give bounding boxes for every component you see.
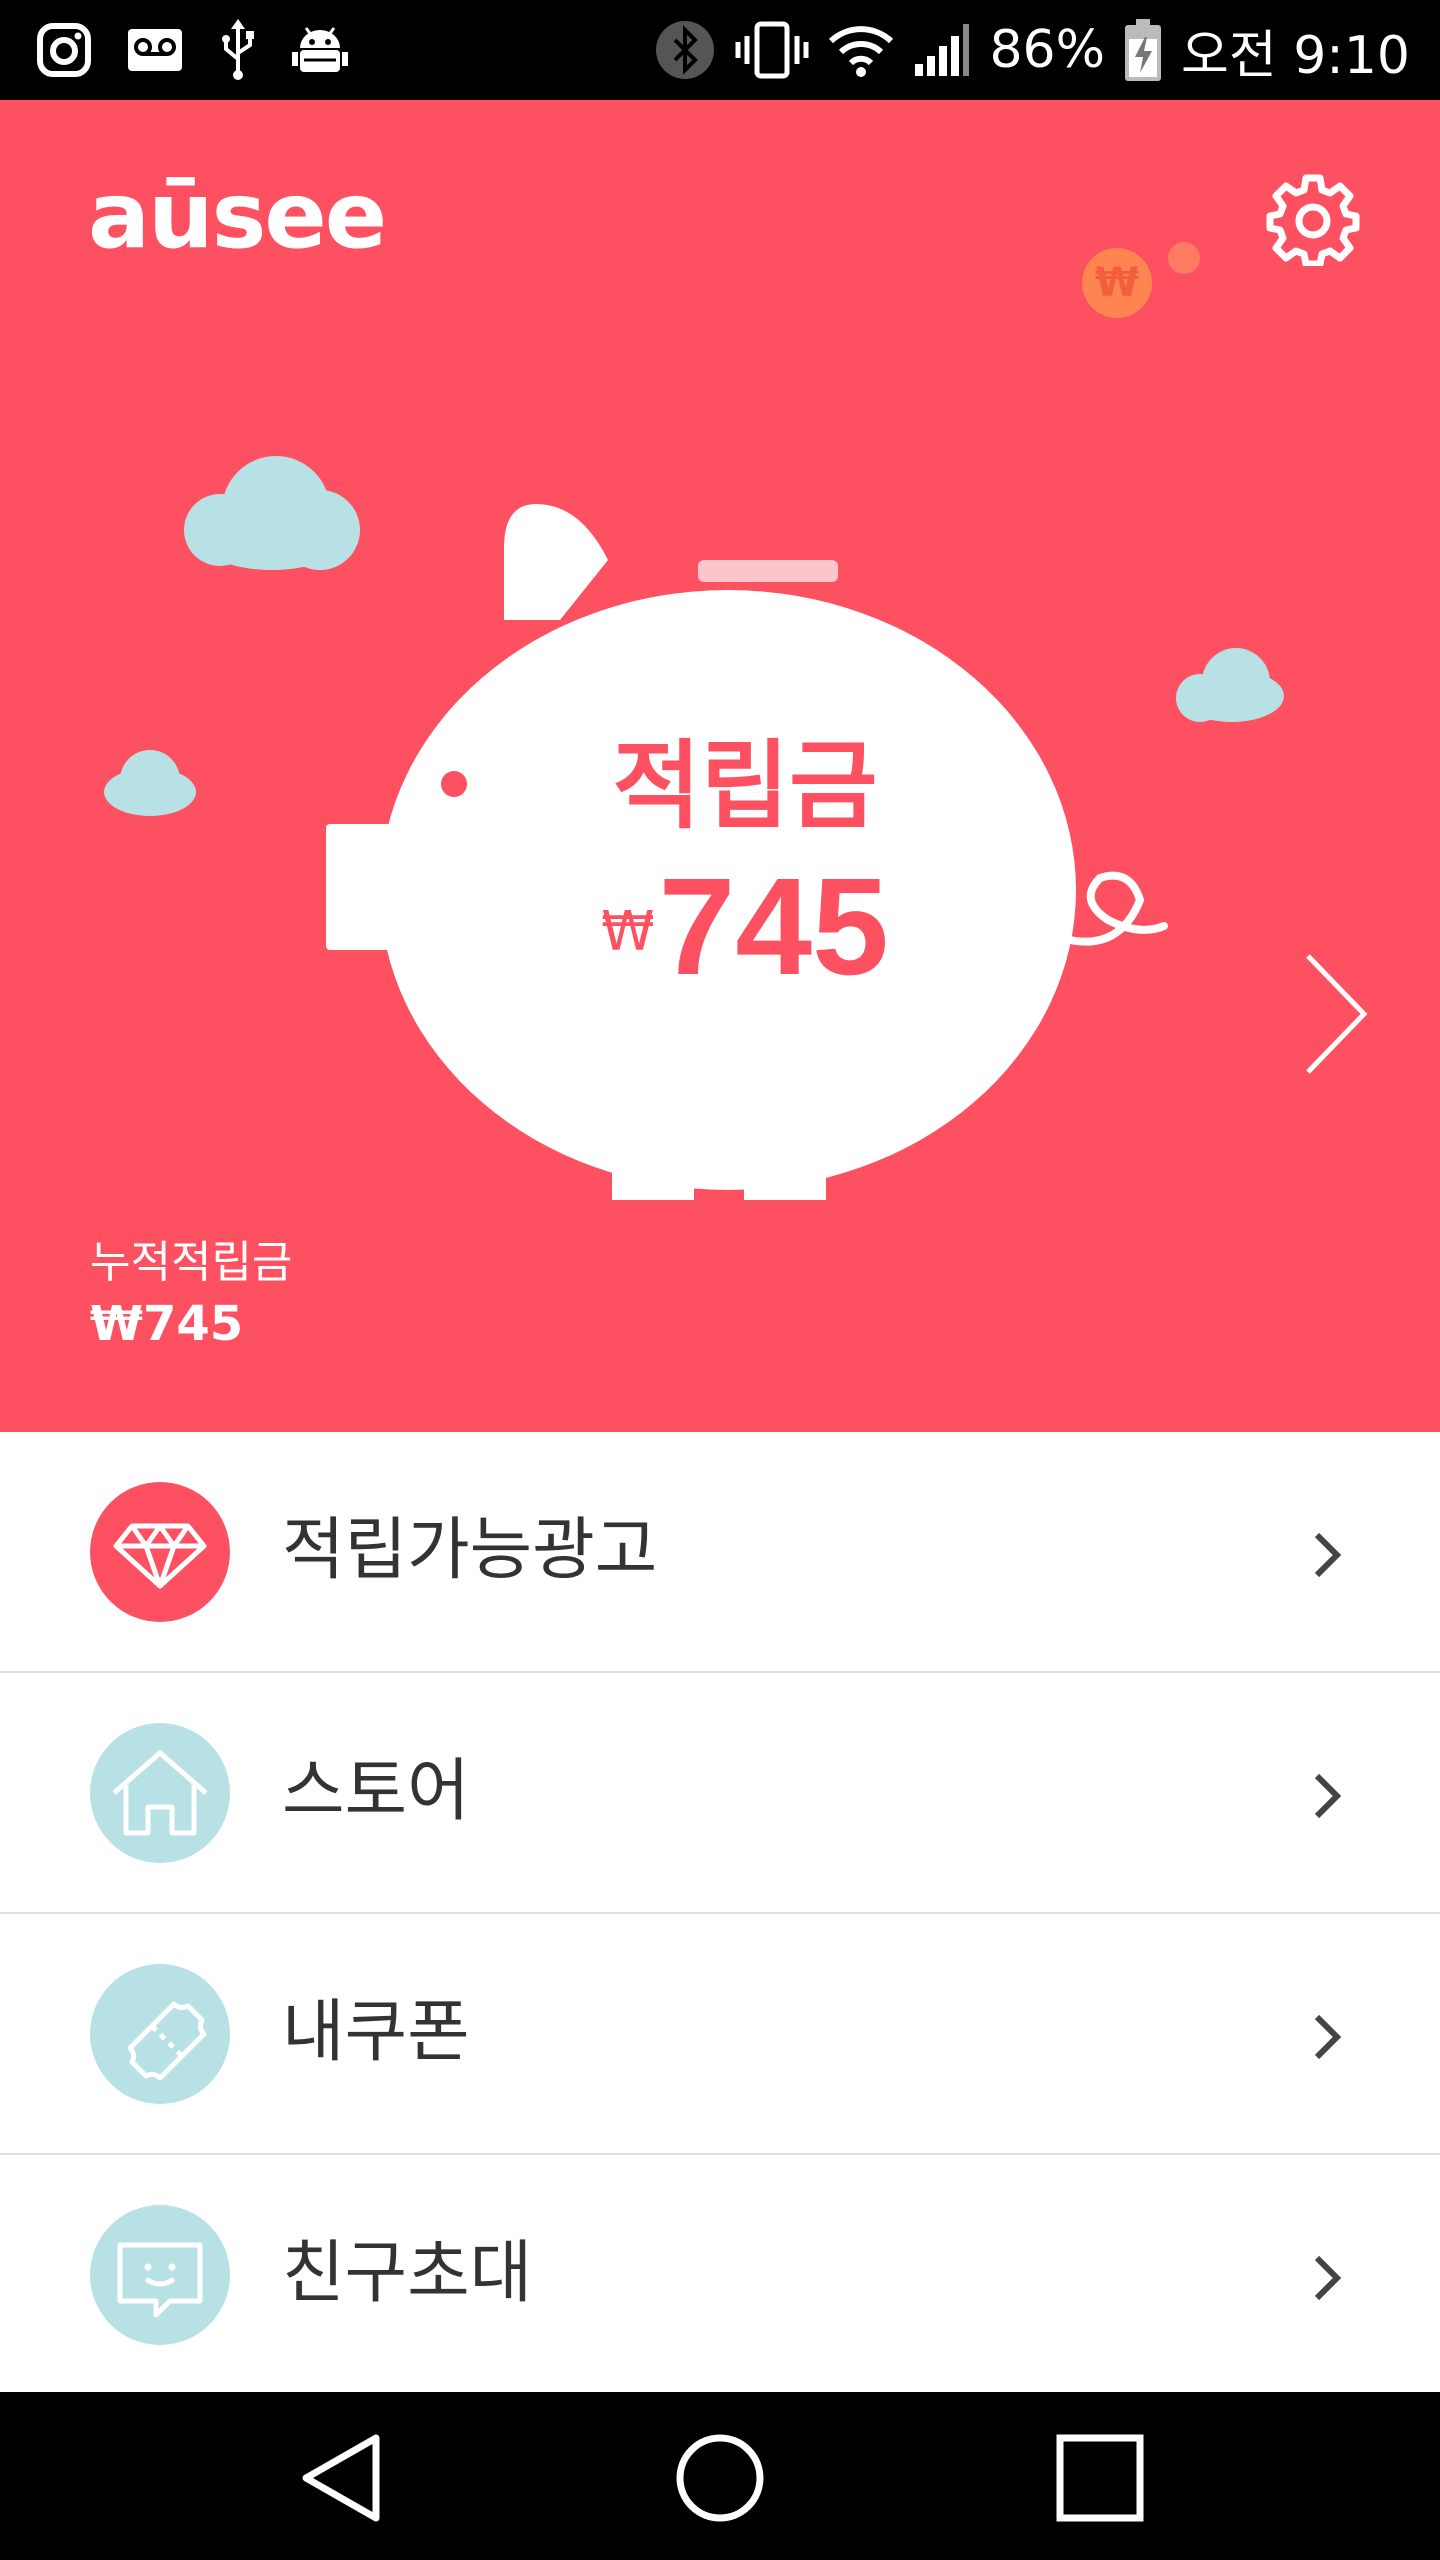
clock: 오전 9:10 (1181, 25, 1410, 86)
status-bar: 86% 오전 9:10 (0, 0, 1440, 100)
diamond-icon (90, 1482, 230, 1622)
menu-item-label: 친구초대 (282, 2234, 533, 2313)
navigation-bar (0, 2392, 1440, 2560)
chat-bubble-icon (90, 2205, 230, 2345)
menu-item-invite[interactable]: 친구초대 (0, 2155, 1440, 2394)
balance-amount: 745 (658, 850, 889, 1004)
usb-icon (222, 19, 254, 80)
notification-icons (36, 16, 348, 84)
instagram-icon (37, 23, 91, 77)
currency-symbol: ₩ (601, 900, 655, 963)
android-debug-icon (292, 27, 348, 72)
bluetooth-icon (656, 21, 715, 79)
menu-item-coupons[interactable]: 내쿠폰 (0, 1914, 1440, 2155)
menu-item-store[interactable]: 스토어 (0, 1673, 1440, 1914)
menu-item-ads[interactable]: 적립가능광고 (0, 1432, 1440, 1673)
recents-square-icon[interactable] (1050, 2428, 1150, 2528)
voicemail-icon (128, 29, 182, 71)
balance-display: ₩745 (560, 848, 930, 1007)
chevron-right-icon (1314, 2014, 1342, 2060)
savings-hero: aūsee ₩ 적립금 ₩745 누적적립금 ₩745 (0, 100, 1440, 1432)
back-triangle-icon[interactable] (290, 2428, 390, 2528)
accumulated-label: 누적적립금 (90, 1237, 293, 1288)
wifi-icon (829, 26, 894, 77)
menu-item-label: 내쿠폰 (282, 1993, 470, 2072)
signal-icon (915, 24, 970, 76)
vibrate-icon (735, 21, 809, 79)
main-menu: 적립가능광고 스토어 내쿠폰 친구초대 (0, 1432, 1440, 2394)
menu-item-label: 적립가능광고 (282, 1511, 658, 1590)
home-circle-icon[interactable] (670, 2428, 770, 2528)
chevron-right-icon (1314, 1773, 1342, 1819)
battery-charging-icon (1125, 19, 1162, 81)
menu-item-label: 스토어 (282, 1752, 470, 1831)
house-icon (90, 1723, 230, 1863)
accumulated-amount: ₩745 (90, 1296, 244, 1352)
battery-percent: 86% (989, 20, 1106, 80)
chevron-right-icon[interactable] (1296, 948, 1376, 1078)
balance-label: 적립금 (612, 730, 878, 842)
system-status-icons: 86% 오전 9:10 (655, 10, 1410, 90)
chevron-right-icon (1314, 1532, 1342, 1578)
chevron-right-icon (1314, 2255, 1342, 2301)
ticket-icon (90, 1964, 230, 2104)
